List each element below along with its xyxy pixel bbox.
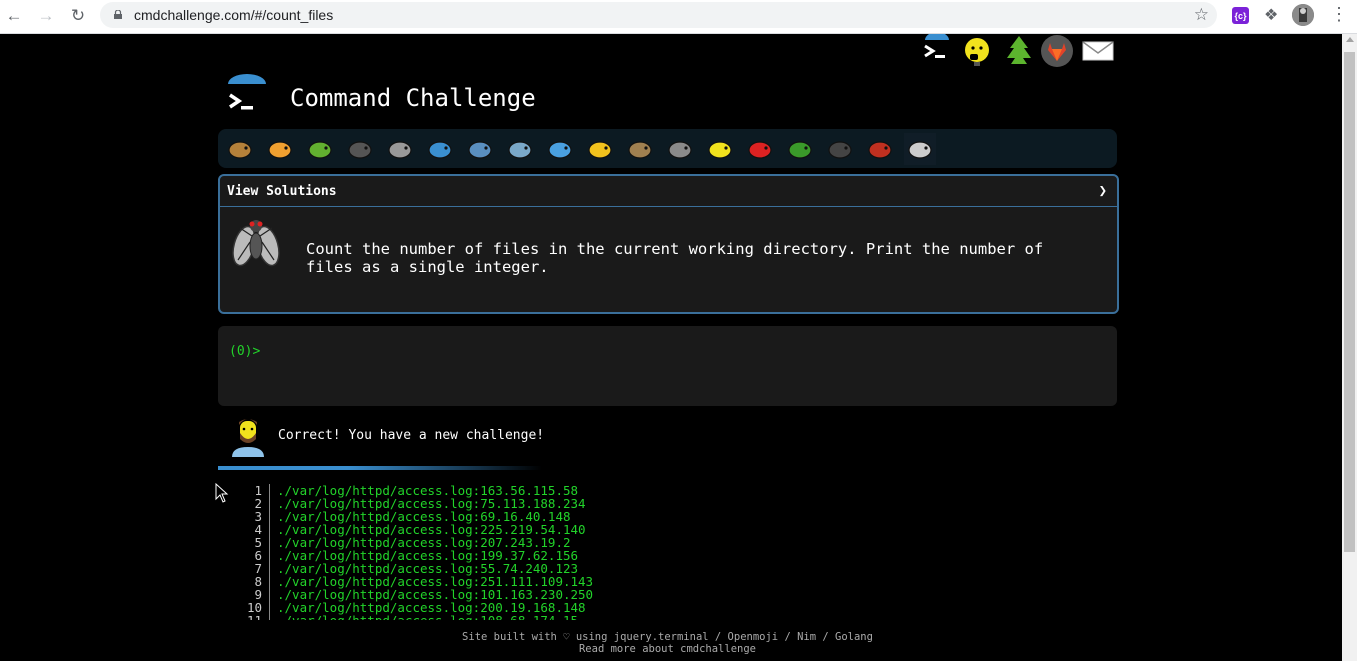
progress-bar (218, 466, 758, 470)
url-text: cmdchallenge.com/#/count_files (134, 7, 334, 23)
page-scrollbar[interactable] (1342, 34, 1357, 661)
challenge-scorpion-icon[interactable] (864, 133, 896, 165)
reload-icon[interactable]: ↻ (66, 4, 90, 28)
bookmark-star-icon[interactable]: ☆ (1194, 5, 1209, 25)
line-separator (269, 484, 270, 497)
line-separator (269, 536, 270, 549)
site-title: Command Challenge (290, 84, 536, 112)
footer: Site built with ♡ using jquery.terminal … (218, 631, 1117, 655)
line-separator (269, 523, 270, 536)
line-separator (269, 510, 270, 523)
challenge-description: Count the number of files in the current… (306, 240, 1044, 276)
challenge-tropical-fish-icon[interactable] (584, 133, 616, 165)
back-arrow-icon[interactable]: ← (2, 4, 26, 28)
challenge-cricket-icon[interactable] (784, 133, 816, 165)
command-output: 1 ./var/log/httpd/access.log:163.56.115.5… (230, 484, 930, 620)
terminal-prompt: (0)> (229, 344, 261, 359)
view-solutions-label: View Solutions (227, 184, 337, 199)
bulb-face-icon[interactable] (960, 34, 994, 68)
challenge-butterfly-icon[interactable] (264, 133, 296, 165)
profile-picture-icon (1292, 4, 1314, 26)
challenge-shark-icon[interactable] (464, 133, 496, 165)
chevron-right-icon: ❯ (1098, 183, 1107, 199)
line-separator (269, 588, 270, 601)
extensions-puzzle-icon[interactable]: ❖ (1264, 5, 1278, 25)
browser-menu-icon[interactable]: ⋮ (1330, 4, 1348, 25)
tree-icon[interactable] (1002, 34, 1036, 68)
mouse-cursor-icon (215, 483, 229, 503)
line-separator (269, 562, 270, 575)
challenge-blowfish-icon[interactable] (624, 133, 656, 165)
extension-icon[interactable]: {c} (1232, 7, 1249, 24)
challenge-snail-icon[interactable] (224, 133, 256, 165)
view-solutions-toggle[interactable]: View Solutions ❯ (220, 176, 1117, 207)
challenge-spider-icon[interactable] (824, 133, 856, 165)
scroll-up-arrow-icon[interactable] (1346, 37, 1354, 42)
challenge-bee-icon[interactable] (704, 133, 736, 165)
line-separator (269, 601, 270, 614)
challenge-navigation (218, 129, 1117, 168)
status-message: Correct! You have a new challenge! (278, 428, 545, 443)
challenge-caterpillar-icon[interactable] (304, 133, 336, 165)
lock-icon (114, 10, 122, 19)
line-number: 11 (230, 614, 262, 620)
line-text: ./var/log/httpd/access.log:108.68.174.15 (277, 614, 578, 620)
challenge-ladybug-icon[interactable] (744, 133, 776, 165)
avatar (232, 419, 264, 457)
challenge-ant-icon[interactable] (344, 133, 376, 165)
challenge-panel: View Solutions ❯ Count the number of fil… (218, 174, 1119, 314)
profile-avatar[interactable] (1292, 4, 1314, 26)
line-separator (269, 549, 270, 562)
line-separator (269, 575, 270, 588)
footer-credits: Site built with ♡ using jquery.terminal … (462, 631, 873, 643)
browser-toolbar: ← → ↻ cmdchallenge.com/#/count_files ☆ {… (0, 0, 1357, 34)
footer-read-more-link[interactable]: Read more about cmdchallenge (218, 643, 1117, 655)
challenge-fly-icon[interactable] (904, 133, 936, 165)
terminal-input-area[interactable]: (0)> (218, 326, 1117, 406)
challenge-dolphin-icon[interactable] (504, 133, 536, 165)
line-separator (269, 497, 270, 510)
challenge-whale-icon[interactable] (424, 133, 456, 165)
gitlab-icon[interactable] (1040, 34, 1074, 68)
forward-arrow-icon[interactable]: → (34, 4, 58, 28)
logo[interactable] (224, 74, 270, 120)
fly-icon (232, 220, 280, 267)
address-bar[interactable]: cmdchallenge.com/#/count_files ☆ (100, 2, 1217, 28)
challenge-wolf-icon[interactable] (664, 133, 696, 165)
line-separator (269, 614, 270, 620)
output-line: 11 ./var/log/httpd/access.log:108.68.174.… (230, 614, 930, 620)
progress-fill (218, 466, 542, 470)
terminal-icon[interactable] (920, 34, 954, 68)
challenge-fish-icon[interactable] (544, 133, 576, 165)
challenge-web-icon[interactable] (384, 133, 416, 165)
scroll-thumb[interactable] (1344, 52, 1355, 552)
mail-icon[interactable] (1081, 34, 1115, 68)
